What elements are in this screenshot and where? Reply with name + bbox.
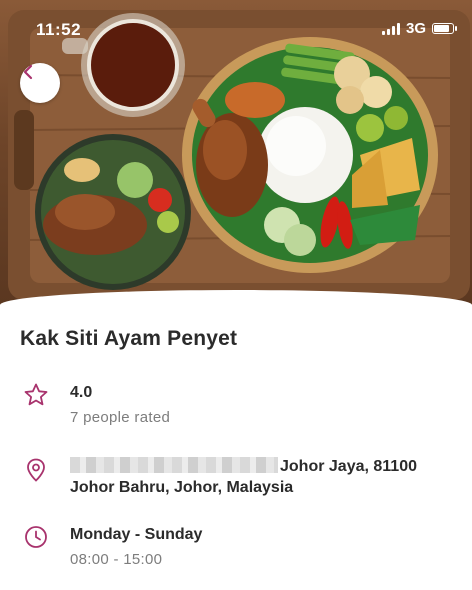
status-bar: 11:52 3G [0,0,472,56]
clock-icon [25,526,47,548]
opening-time: 08:00 - 15:00 [70,551,163,568]
rating-value: 4.0 [70,384,93,401]
signal-bars-icon [381,22,400,35]
hero-food-photo: 11:52 3G [0,0,472,310]
location-pin-icon [27,458,45,482]
address-line-1: Johor Jaya, 81100 [70,457,417,476]
star-outline-icon [24,383,48,406]
opening-days: Monday - Sunday [70,526,203,543]
status-time: 11:52 [36,20,82,39]
chevron-left-icon [23,64,33,80]
battery-icon [432,23,457,34]
address-line-1-text: Johor Jaya, 81100 [280,458,417,475]
redacted-street [70,457,278,473]
back-button[interactable] [20,63,60,103]
rating-count: 7 people rated [70,409,171,426]
status-indicators: 3G [381,20,457,37]
restaurant-name: Kak Siti Ayam Penyet [20,327,238,350]
address-line-2: Johor Bahru, Johor, Malaysia [70,479,294,496]
network-type: 3G [405,20,426,37]
